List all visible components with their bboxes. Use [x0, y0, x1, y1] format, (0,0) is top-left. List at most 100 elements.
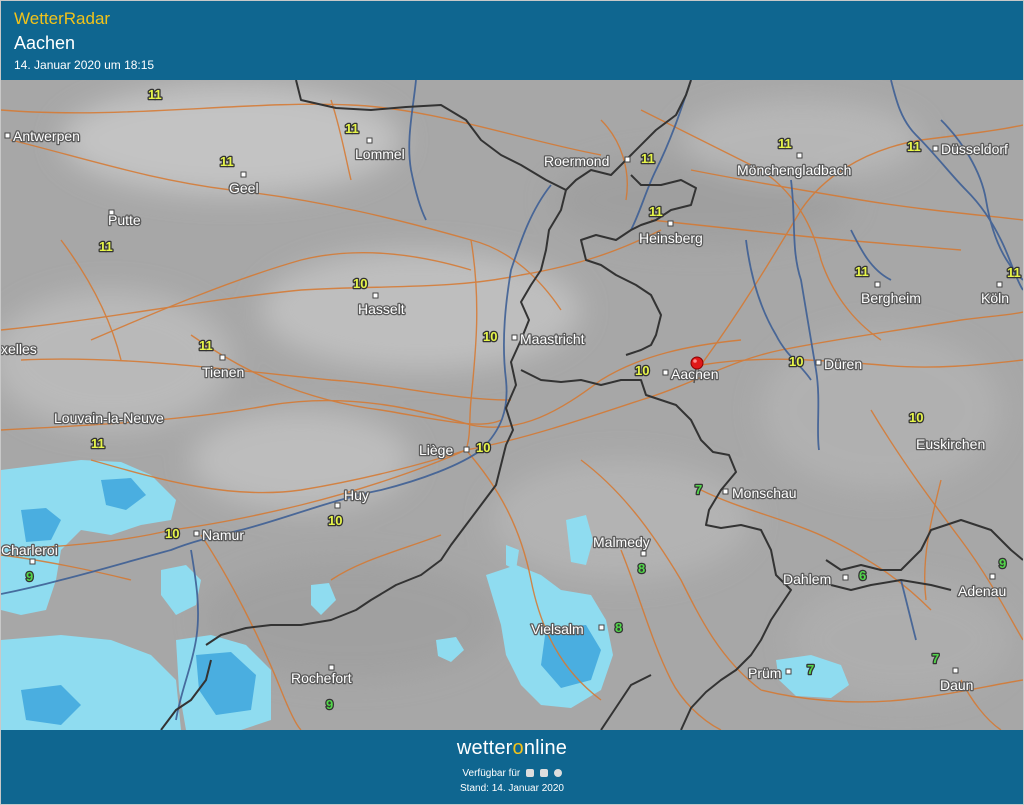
city-label-euskirchen: Euskirchen [916, 436, 985, 452]
temp-label: 11 [220, 154, 234, 169]
temp-label: 9 [326, 697, 333, 712]
apple-icon[interactable] [539, 769, 548, 778]
city-label-malmedy: Malmedy [593, 534, 650, 550]
temp-label: 10 [635, 363, 649, 378]
temp-label: 8 [638, 561, 645, 576]
city-label-roermond: Roermond [544, 153, 609, 169]
temp-label: 10 [909, 410, 923, 425]
city-dot-maastricht [511, 334, 518, 341]
temp-label: 10 [328, 513, 342, 528]
temp-label: 9 [26, 569, 33, 584]
brand-suffix: nline [523, 737, 568, 759]
temp-label: 11 [91, 436, 105, 451]
city-dot-huy [334, 502, 341, 509]
city-label-namur: Namur [202, 527, 244, 543]
temp-label: 7 [932, 651, 939, 666]
android-icon[interactable] [526, 769, 535, 778]
city-dot-duesseldorf [932, 145, 939, 152]
temp-label: 11 [641, 151, 655, 166]
temp-label: 11 [99, 239, 113, 254]
availability-line: Verfügbar für [1, 768, 1023, 779]
city-label-rochefort: Rochefort [291, 670, 352, 686]
city-label-huy: Huy [344, 487, 369, 503]
temp-label: 10 [165, 526, 179, 541]
city-dot-antwerpen [4, 132, 11, 139]
city-label-geel: Geel [229, 180, 259, 196]
city-label-charleroi: Charleroi [1, 542, 58, 558]
location-title: Aachen [14, 33, 76, 53]
city-label-vielsalm: Vielsalm [531, 621, 584, 637]
city-label-monschau: Monschau [732, 485, 797, 501]
temp-label: 11 [199, 338, 213, 353]
temp-label: 10 [476, 440, 490, 455]
city-label-pruem: Prüm [748, 665, 781, 681]
app-frame: WetterRadar Aachen 14. Januar 2020 um 18… [0, 0, 1024, 805]
brand-logo[interactable]: wetteronline [1, 737, 1023, 760]
city-dot-roermond [624, 156, 631, 163]
city-label-bruxelles: xelles [1, 341, 37, 357]
city-label-hasselt: Hasselt [358, 301, 405, 317]
city-dot-vielsalm [598, 624, 605, 631]
city-dot-tienen [219, 354, 226, 361]
temp-label: 11 [907, 139, 921, 154]
city-label-antwerpen: Antwerpen [13, 128, 80, 144]
city-label-heinsberg: Heinsberg [639, 230, 703, 246]
city-label-lommel: Lommel [355, 146, 405, 162]
temp-label: 7 [807, 662, 814, 677]
city-label-koeln: Köln [981, 290, 1009, 306]
city-label-liege: Liège [419, 442, 453, 458]
temp-label: 8 [615, 620, 622, 635]
temp-label: 11 [1007, 265, 1021, 280]
city-dot-liege [463, 446, 470, 453]
city-dot-namur [193, 530, 200, 537]
city-dot-moenchengladbach [796, 152, 803, 159]
city-label-louvain: Louvain-la-Neuve [54, 410, 164, 426]
city-label-adenau: Adenau [958, 583, 1006, 599]
city-dot-hasselt [372, 292, 379, 299]
brand-accent: o [512, 737, 524, 759]
city-label-maastricht: Maastricht [520, 331, 585, 347]
temp-label: 11 [345, 121, 359, 136]
temp-label: 11 [649, 204, 663, 219]
map-canvas[interactable]: Antwerpen Lommel Roermond Mönchengladbac… [1, 80, 1023, 730]
brand-prefix: wetter [456, 737, 513, 759]
city-dot-bergheim [874, 281, 881, 288]
city-dot-dahlem [842, 574, 849, 581]
city-dot-aachen [662, 369, 669, 376]
city-label-dueren: Düren [824, 356, 862, 372]
city-dot-daun [952, 667, 959, 674]
temp-label: 9 [999, 556, 1006, 571]
city-dot-malmedy [640, 550, 647, 557]
city-dot-dueren [815, 359, 822, 366]
city-dot-pruem [785, 668, 792, 675]
radar-map[interactable]: Antwerpen Lommel Roermond Mönchengladbac… [1, 80, 1023, 730]
city-label-bergheim: Bergheim [861, 290, 921, 306]
city-label-moenchengladbach: Mönchengladbach [737, 162, 851, 178]
city-label-daun: Daun [940, 677, 973, 693]
city-dot-koeln [996, 281, 1003, 288]
temp-label: 7 [695, 482, 702, 497]
city-dot-adenau [989, 573, 996, 580]
temp-label: 10 [789, 354, 803, 369]
city-label-duesseldorf: Düsseldorf [941, 141, 1008, 157]
windows-icon[interactable] [553, 769, 562, 778]
temp-label: 6 [859, 568, 866, 583]
city-label-putte: Putte [108, 212, 141, 228]
app-title: WetterRadar [14, 9, 111, 28]
availability-text: Verfügbar für [462, 768, 521, 779]
footer: wetteronline Verfügbar für Stand: 14. Ja… [1, 731, 1023, 804]
temp-label: 11 [148, 87, 162, 102]
temp-label: 11 [855, 264, 869, 279]
radar-timestamp: 14. Januar 2020 um 18:15 [14, 58, 155, 72]
header: WetterRadar Aachen 14. Januar 2020 um 18… [1, 1, 1023, 79]
city-dot-geel [240, 171, 247, 178]
city-dot-charleroi [29, 558, 36, 565]
city-dot-heinsberg [667, 220, 674, 227]
city-label-tienen: Tienen [202, 364, 244, 380]
temp-label: 10 [353, 276, 367, 291]
city-label-dahlem: Dahlem [783, 571, 831, 587]
city-dot-rochefort [328, 664, 335, 671]
city-dot-lommel [366, 137, 373, 144]
stand-date: Stand: 14. Januar 2020 [460, 783, 564, 794]
temp-label: 10 [483, 329, 497, 344]
